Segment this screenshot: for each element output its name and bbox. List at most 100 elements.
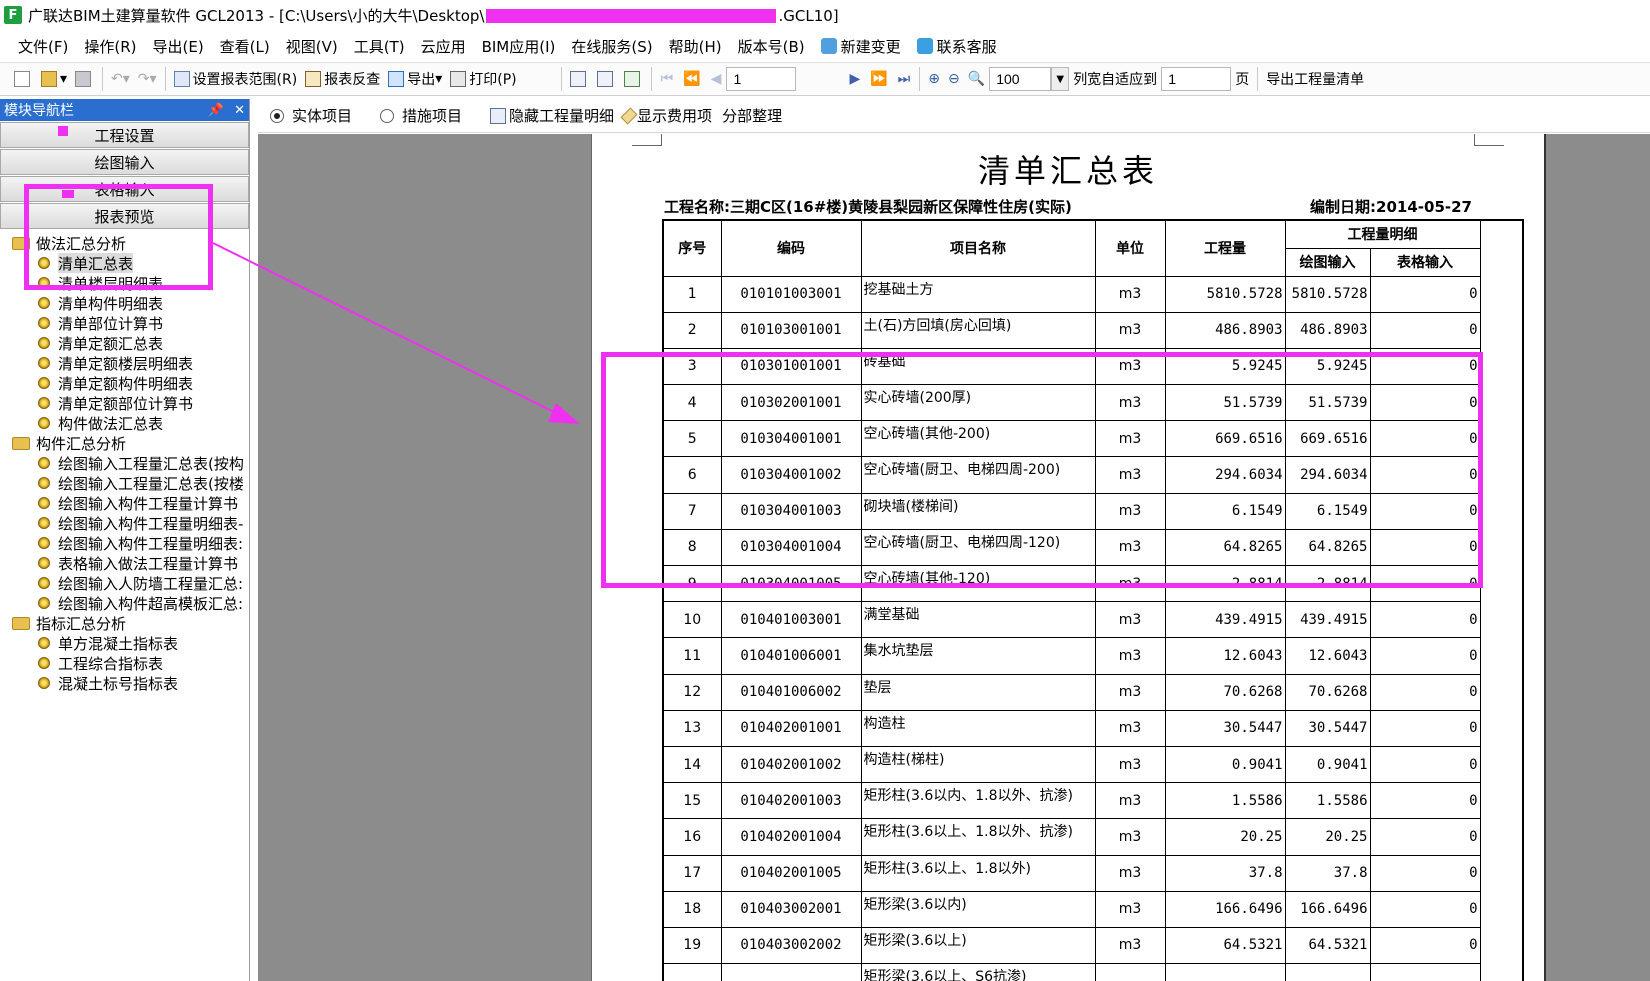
report-item-icon xyxy=(38,277,50,289)
tree-folder[interactable]: 做法汇总分析 xyxy=(0,233,249,253)
report-item-icon xyxy=(38,457,50,469)
hide-detail-icon xyxy=(490,107,507,124)
tree-item[interactable]: 绘图输入工程量汇总表(按构 xyxy=(0,453,249,473)
save-button[interactable] xyxy=(71,65,98,93)
save-icon xyxy=(75,71,92,87)
zoom-button[interactable]: 🔍 xyxy=(964,65,989,93)
tree-folder[interactable]: 构件汇总分析 xyxy=(0,433,249,453)
menu-item-12[interactable]: 联系客服 xyxy=(909,30,1005,62)
export-bill-button[interactable]: 导出工程量清单 xyxy=(1262,65,1368,93)
menu-item-8[interactable]: 在线服务(S) xyxy=(563,30,660,62)
show-fee-button[interactable]: 显示费用项 xyxy=(620,105,712,126)
cell-qty: 0.9041 xyxy=(1164,745,1286,784)
cell-unit: m3 xyxy=(1094,637,1166,675)
export-icon xyxy=(388,71,405,87)
toolbar-divider xyxy=(102,67,104,91)
zoom-in-button[interactable]: ⊕ xyxy=(924,65,944,93)
last-page-icon[interactable]: ⏭ xyxy=(893,71,916,87)
undo-button[interactable]: ↶ ▾ xyxy=(107,65,134,93)
zoom-out-button[interactable]: ⊖ xyxy=(944,65,964,93)
module-button-2[interactable]: 表格输入 xyxy=(0,176,249,202)
export-button[interactable]: 导出 ▾ xyxy=(384,65,446,93)
next-ten-icon[interactable]: ⏩ xyxy=(865,71,892,87)
cell-unit: m3 xyxy=(1094,456,1166,494)
cell-unit: m3 xyxy=(1094,601,1166,639)
tree-item[interactable]: 表格输入做法工程量计算书 xyxy=(0,553,249,573)
tree-item[interactable]: 清单定额楼层明细表 xyxy=(0,353,249,373)
table-row: 15 010402001003 矩形柱(3.6以内、1.8以外、抗渗) m3 1.558… xyxy=(662,782,1523,820)
tree-item[interactable]: 清单部位计算书 xyxy=(0,313,249,333)
tree-item[interactable]: 绘图输入构件工程量明细表: xyxy=(0,533,249,553)
cell-unit: m3 xyxy=(1094,420,1166,458)
menu-item-6[interactable]: 云应用 xyxy=(413,30,474,62)
zoom-input[interactable] xyxy=(989,67,1052,91)
cell-draw: 2.8814 xyxy=(1284,564,1371,603)
menu-item-9[interactable]: 帮助(H) xyxy=(661,30,730,62)
cell-table xyxy=(1369,963,1481,981)
module-button-3[interactable]: 报表预览 xyxy=(0,203,249,229)
cell-draw: 51.5739 xyxy=(1284,384,1371,422)
cell-draw: 20.25 xyxy=(1284,818,1371,856)
tree-item[interactable]: 构件做法汇总表 xyxy=(0,413,249,433)
menu-item-11[interactable]: 新建变更 xyxy=(813,30,909,62)
page-number-input[interactable] xyxy=(726,67,797,91)
two-page-view-button[interactable] xyxy=(593,65,620,93)
fit-pages-input[interactable] xyxy=(1161,67,1232,91)
close-icon[interactable]: ✕ xyxy=(234,103,245,118)
multi-page-view-button[interactable] xyxy=(620,65,647,93)
cell-code: 010402001002 xyxy=(720,745,862,784)
report-check-button[interactable]: 报表反查 xyxy=(301,65,384,93)
next-page-icon[interactable]: ▶ xyxy=(844,71,865,87)
tree-item[interactable]: 清单定额构件明细表 xyxy=(0,373,249,393)
tree-item[interactable]: 清单楼层明细表 xyxy=(0,273,249,293)
tree-item[interactable]: 绘图输入人防墙工程量汇总: xyxy=(0,573,249,593)
menu-item-2[interactable]: 导出(E) xyxy=(144,30,211,62)
print-button[interactable]: 打印(P) xyxy=(446,65,520,93)
tree-item[interactable]: 清单定额汇总表 xyxy=(0,333,249,353)
cell-draw: 439.4915 xyxy=(1284,601,1371,639)
new-file-button[interactable] xyxy=(10,65,37,93)
report-preview-area[interactable]: 清单汇总表 工程名称:三期C区(16#楼)黄陵县梨园新区保障性住房(实际) 编制… xyxy=(258,134,1650,981)
cell-draw: 12.6043 xyxy=(1284,637,1371,675)
menu-item-0[interactable]: 文件(F) xyxy=(10,30,76,62)
cell-draw: 30.5447 xyxy=(1284,709,1371,747)
first-page-icon[interactable]: ⏮ xyxy=(656,71,679,87)
module-button-1[interactable]: 绘图输入 xyxy=(0,149,249,175)
menu-item-label: 联系客服 xyxy=(936,37,997,56)
pin-icon[interactable]: 📌 xyxy=(208,103,224,118)
menu-item-10[interactable]: 版本号(B) xyxy=(730,30,813,62)
section-sort-button[interactable]: 分部整理 xyxy=(722,105,782,126)
tree-item[interactable]: 绘图输入构件工程量明细表- xyxy=(0,513,249,533)
prev-page-icon[interactable]: ◀ xyxy=(706,71,727,87)
tree-item[interactable]: 绘图输入工程量汇总表(按楼 xyxy=(0,473,249,493)
cell-name: 矩形柱(3.6以上、1.8以外、抗渗) xyxy=(860,818,1096,856)
tree-item[interactable]: 绘图输入构件超高模板汇总: xyxy=(0,593,249,613)
tree-item[interactable]: 工程综合指标表 xyxy=(0,653,249,673)
tree-item[interactable]: 混凝土标号指标表 xyxy=(0,673,249,693)
hide-detail-button[interactable]: 隐藏工程量明细 xyxy=(490,105,614,126)
menu-item-5[interactable]: 工具(T) xyxy=(346,30,413,62)
cell-code: 010403002001 xyxy=(720,890,862,928)
tree-item[interactable]: 绘图输入构件工程量计算书 xyxy=(0,493,249,513)
menu-item-4[interactable]: 视图(V) xyxy=(278,30,346,62)
tree-item[interactable]: 清单定额部位计算书 xyxy=(0,393,249,413)
redo-button[interactable]: ↷ ▾ xyxy=(134,65,161,93)
menu-item-7[interactable]: BIM应用(I) xyxy=(474,30,564,62)
tree-item[interactable]: 清单构件明细表 xyxy=(0,293,249,313)
entity-items-radio[interactable]: 实体项目 xyxy=(270,105,352,126)
module-button-0[interactable]: 工程设置 xyxy=(0,122,249,148)
set-report-range-button[interactable]: 设置报表范围(R) xyxy=(170,65,302,93)
window-title: 广联达BIM土建算量软件 GCL2013 - [C:\Users\小的大牛\De… xyxy=(28,5,839,26)
single-page-view-button[interactable] xyxy=(566,65,593,93)
zoom-dropdown-button[interactable]: ▼ xyxy=(1051,67,1070,91)
menu-item-3[interactable]: 查看(L) xyxy=(212,30,278,62)
prev-ten-icon[interactable]: ⏪ xyxy=(678,71,705,87)
tree-item[interactable]: 清单汇总表 xyxy=(0,253,249,273)
toolbar-divider xyxy=(650,67,652,91)
menu-item-1[interactable]: 操作(R) xyxy=(76,30,144,62)
measure-items-radio[interactable]: 措施项目 xyxy=(380,105,462,126)
tree-item[interactable]: 单方混凝土指标表 xyxy=(0,633,249,653)
cell-qty: 64.8265 xyxy=(1164,528,1286,567)
open-file-button[interactable]: ▾ xyxy=(37,65,71,93)
tree-folder[interactable]: 指标汇总分析 xyxy=(0,613,249,633)
